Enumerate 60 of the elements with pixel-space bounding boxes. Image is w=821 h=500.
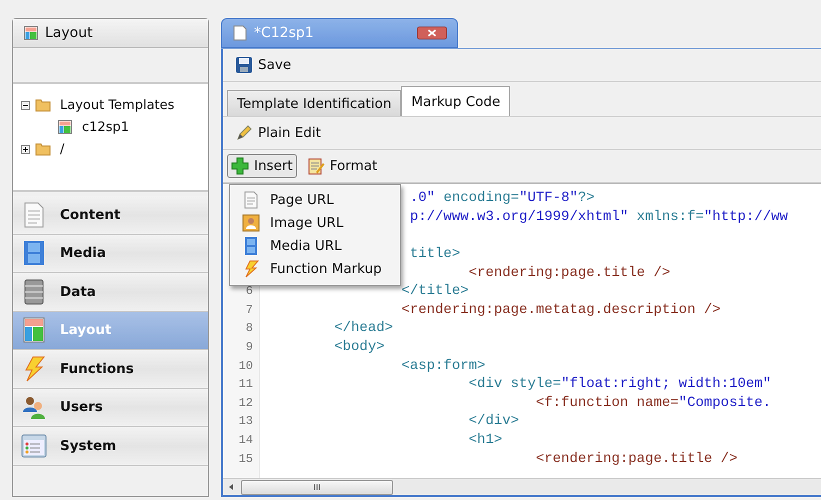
film-icon (242, 236, 260, 254)
tree-item[interactable]: c12sp1 (82, 120, 129, 134)
code-line: <asp:form> (401, 358, 486, 374)
code-line: </head> (334, 320, 394, 336)
folder-icon (35, 97, 51, 113)
layout-icon (23, 25, 39, 41)
line-number: 7 (246, 302, 253, 317)
nav-item[interactable]: Media (13, 234, 208, 273)
code-line: .0" encoding="UTF-8"?> (410, 190, 595, 206)
expander-icon[interactable] (21, 100, 30, 110)
window-icon (21, 432, 47, 459)
menu-item[interactable]: Image URL (230, 211, 400, 234)
insert-button[interactable]: Insert (227, 154, 297, 178)
code-line: <f:function name="Composite. (536, 394, 772, 411)
film-icon (21, 240, 47, 266)
code-line: p://www.w3.org/1999/xhtml" xmlns:f="http://ww (410, 208, 788, 225)
code-line: </title> (401, 283, 469, 300)
line-number: 14 (238, 433, 253, 448)
code-line: <h1> (468, 432, 502, 448)
menu-item[interactable]: Function Markup (230, 257, 400, 280)
picture-icon (242, 214, 260, 232)
menu-item[interactable]: Page URL (230, 188, 400, 211)
layout-icon (57, 119, 73, 135)
menu-item[interactable]: Media URL (230, 234, 400, 257)
code-line: title> (410, 246, 460, 262)
tab[interactable]: Markup Code (401, 86, 510, 116)
close-icon[interactable] (417, 25, 447, 41)
code-line: <rendering:page.metatag.description /> (401, 302, 721, 318)
plus-icon (231, 157, 249, 175)
code-line: <rendering:page.title /> (468, 264, 670, 281)
save-button[interactable]: Save (231, 53, 296, 77)
line-number: 8 (246, 321, 253, 336)
code-line: <body> (334, 339, 385, 356)
document-icon (232, 25, 248, 41)
line-number: 11 (238, 377, 253, 392)
pencil-icon (235, 124, 253, 142)
code-line: <rendering:page.title /> (536, 450, 738, 467)
users-icon (21, 394, 47, 420)
line-number: 12 (238, 396, 253, 410)
code-line: </div> (468, 413, 520, 430)
tab[interactable]: Template Identification (227, 90, 402, 116)
scroll-left-icon[interactable] (227, 483, 235, 491)
line-number: 10 (238, 358, 253, 373)
document-icon (242, 190, 260, 208)
format-button[interactable]: Format (302, 154, 382, 178)
panel-title: Layout (45, 25, 93, 41)
notepad-icon (306, 157, 325, 175)
line-number: 6 (246, 284, 253, 298)
scrollbar-thumb[interactable]: III (241, 480, 393, 494)
code-line: <div style="float:right; width:10em" (468, 376, 772, 392)
plain-edit-button[interactable]: Plain Edit (231, 121, 325, 145)
folder-icon (35, 141, 51, 157)
tree-item[interactable]: / (60, 142, 64, 156)
line-number: 9 (246, 340, 253, 354)
nav-item[interactable]: Users (13, 388, 208, 427)
tree-item[interactable]: Layout Templates (60, 98, 174, 112)
line-number: 13 (238, 414, 253, 428)
expander-icon[interactable] (21, 144, 30, 154)
layout-icon (21, 317, 47, 344)
line-number: 15 (238, 452, 253, 466)
